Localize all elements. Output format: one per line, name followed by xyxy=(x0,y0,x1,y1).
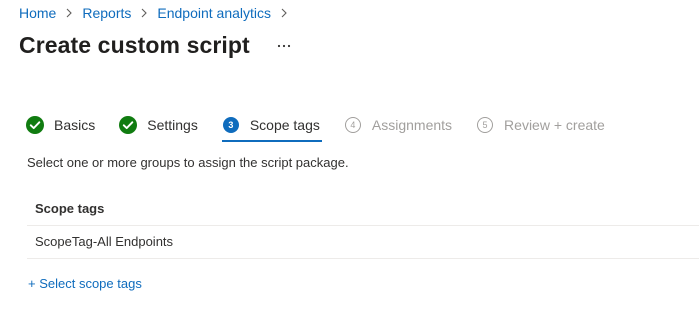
wizard-steps: Basics Settings 3 Scope tags 4 Assignmen… xyxy=(26,114,629,142)
scope-tags-table: Scope tags ScopeTag-All Endpoints xyxy=(27,192,699,259)
step-number-icon: 3 xyxy=(222,116,240,134)
step-label: Assignments xyxy=(371,117,453,133)
instruction-text: Select one or more groups to assign the … xyxy=(27,155,349,170)
step-number-icon: 4 xyxy=(344,116,362,134)
step-label: Review + create xyxy=(504,117,605,133)
breadcrumb-home-link[interactable]: Home xyxy=(19,5,56,21)
step-number-icon: 5 xyxy=(476,116,494,134)
breadcrumb: Home Reports Endpoint analytics xyxy=(19,5,297,21)
step-settings[interactable]: Settings xyxy=(119,114,198,136)
table-row: ScopeTag-All Endpoints xyxy=(27,226,699,259)
step-label: Scope tags xyxy=(249,117,320,133)
step-scope-tags[interactable]: 3 Scope tags xyxy=(221,114,322,142)
page-title: Create custom script xyxy=(19,32,250,58)
step-number: 3 xyxy=(222,117,239,133)
chevron-right-icon xyxy=(281,8,287,18)
chevron-right-icon xyxy=(142,8,148,18)
breadcrumb-reports-link[interactable]: Reports xyxy=(82,5,131,21)
step-number: 5 xyxy=(477,117,494,133)
step-basics[interactable]: Basics xyxy=(26,114,95,136)
step-review-create[interactable]: 5 Review + create xyxy=(476,114,605,136)
check-circle-icon xyxy=(119,116,138,134)
table-header: Scope tags xyxy=(27,192,699,226)
breadcrumb-endpoint-analytics-link[interactable]: Endpoint analytics xyxy=(157,5,271,21)
select-scope-tags-link[interactable]: + Select scope tags xyxy=(28,276,142,291)
title-row: Create custom script xyxy=(19,32,294,59)
step-label: Basics xyxy=(54,117,96,133)
check-circle-icon xyxy=(26,116,44,134)
step-number: 4 xyxy=(344,117,361,133)
ellipsis-icon xyxy=(277,44,290,47)
chevron-right-icon xyxy=(66,8,73,18)
more-options-button[interactable] xyxy=(274,36,294,56)
step-label: Settings xyxy=(147,117,198,133)
step-assignments[interactable]: 4 Assignments xyxy=(344,114,452,136)
